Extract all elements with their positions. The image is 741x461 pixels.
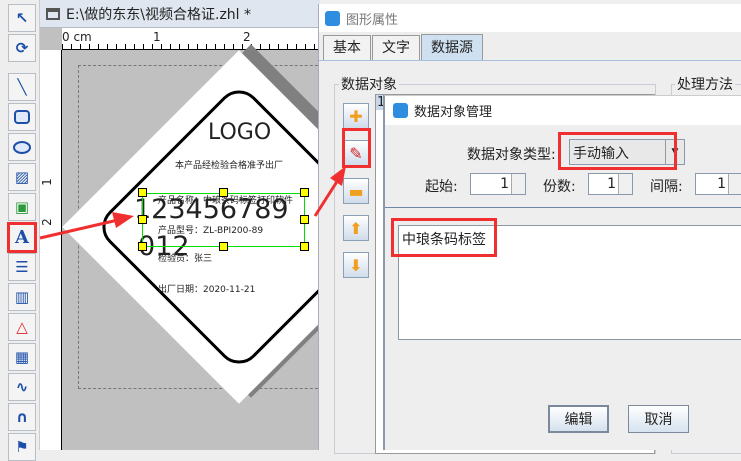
arrow-to-edit bbox=[313, 166, 346, 217]
arrow-to-label bbox=[39, 212, 134, 240]
annotation-arrows bbox=[39, 166, 346, 240]
